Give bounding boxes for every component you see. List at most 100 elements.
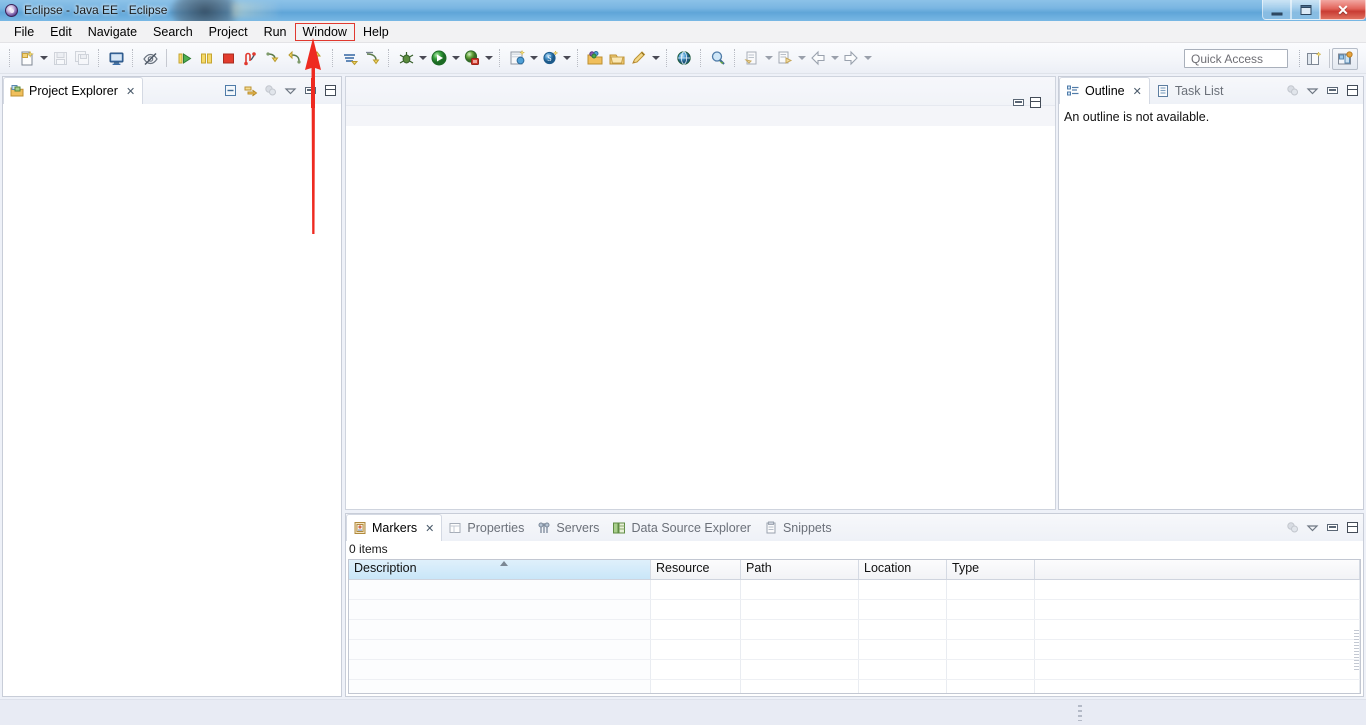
table-row[interactable] bbox=[349, 660, 1360, 680]
debug-dropdown-icon[interactable] bbox=[417, 47, 428, 69]
step-return-icon[interactable] bbox=[305, 47, 327, 69]
run-dropdown-icon[interactable] bbox=[450, 47, 461, 69]
print-icon[interactable] bbox=[105, 47, 127, 69]
menu-help[interactable]: Help bbox=[355, 23, 397, 41]
search-icon[interactable] bbox=[707, 47, 729, 69]
suspend-icon[interactable] bbox=[195, 47, 217, 69]
minimize-view-icon[interactable] bbox=[301, 82, 319, 100]
annotation-dropdown-icon[interactable] bbox=[650, 47, 661, 69]
maximize-editor-icon[interactable] bbox=[1030, 97, 1041, 108]
step-into-icon[interactable] bbox=[261, 47, 283, 69]
new-wizard-icon[interactable] bbox=[16, 47, 38, 69]
open-type-icon[interactable] bbox=[584, 47, 606, 69]
next-annotation-icon[interactable] bbox=[774, 47, 796, 69]
debug-perspective-icon[interactable] bbox=[395, 47, 417, 69]
back-dropdown-icon[interactable] bbox=[829, 47, 840, 69]
step-over-icon[interactable] bbox=[283, 47, 305, 69]
open-perspective-icon[interactable] bbox=[1302, 48, 1326, 70]
column-header-description[interactable]: Description bbox=[349, 560, 651, 579]
close-icon[interactable]: ✕ bbox=[1133, 85, 1142, 98]
view-menu-icon[interactable] bbox=[281, 82, 299, 100]
disconnect-icon[interactable] bbox=[239, 47, 261, 69]
resize-grip-icon[interactable] bbox=[1078, 705, 1082, 721]
save-icon[interactable] bbox=[49, 47, 71, 69]
tab-snippets[interactable]: Snippets bbox=[758, 514, 839, 541]
menu-file[interactable]: File bbox=[6, 23, 42, 41]
tab-properties[interactable]: Properties bbox=[442, 514, 531, 541]
tab-task-list[interactable]: Task List bbox=[1150, 77, 1231, 104]
menu-project[interactable]: Project bbox=[201, 23, 256, 41]
run-icon[interactable] bbox=[428, 47, 450, 69]
maximize-view-icon[interactable] bbox=[1343, 519, 1361, 537]
last-edit-location-icon[interactable] bbox=[741, 47, 763, 69]
view-menu-icon[interactable] bbox=[1303, 519, 1321, 537]
tab-project-explorer[interactable]: Project Explorer ✕ bbox=[3, 77, 144, 105]
focus-on-active-task-icon[interactable] bbox=[261, 82, 279, 100]
table-row[interactable] bbox=[349, 600, 1360, 620]
new-annotation-icon[interactable] bbox=[628, 47, 650, 69]
toggle-mark-occurrences-icon[interactable] bbox=[139, 47, 161, 69]
tab-markers[interactable]: Markers ✕ bbox=[346, 514, 443, 542]
debug-run-icon[interactable] bbox=[461, 47, 483, 69]
save-all-icon[interactable] bbox=[71, 47, 93, 69]
focus-on-active-task-icon[interactable] bbox=[1283, 519, 1301, 537]
menu-navigate[interactable]: Navigate bbox=[80, 23, 145, 41]
drop-to-frame-icon[interactable] bbox=[361, 47, 383, 69]
new-server-icon[interactable]: S bbox=[539, 47, 561, 69]
use-step-filters-icon[interactable] bbox=[339, 47, 361, 69]
menu-edit[interactable]: Edit bbox=[42, 23, 80, 41]
tab-label: Servers bbox=[556, 520, 600, 535]
servers-icon bbox=[537, 521, 551, 535]
editor-empty-area[interactable] bbox=[346, 126, 1055, 509]
resume-icon[interactable] bbox=[173, 47, 195, 69]
column-header-location[interactable]: Location bbox=[859, 560, 947, 579]
open-task-icon[interactable] bbox=[606, 47, 628, 69]
table-row[interactable] bbox=[349, 680, 1360, 693]
tab-data-source-explorer[interactable]: Data Source Explorer bbox=[606, 514, 758, 541]
focus-on-active-task-icon[interactable] bbox=[1283, 82, 1301, 100]
debug-run-dropdown-icon[interactable] bbox=[483, 47, 494, 69]
new-wizard-dropdown-icon[interactable] bbox=[38, 47, 49, 69]
collapse-all-icon[interactable] bbox=[221, 82, 239, 100]
vertical-scrollbar[interactable] bbox=[1354, 630, 1359, 670]
back-icon[interactable] bbox=[807, 47, 829, 69]
forward-dropdown-icon[interactable] bbox=[862, 47, 873, 69]
last-edit-dropdown-icon[interactable] bbox=[763, 47, 774, 69]
view-menu-icon[interactable] bbox=[1303, 82, 1321, 100]
quick-access-input[interactable]: Quick Access bbox=[1184, 49, 1288, 68]
minimize-button[interactable] bbox=[1262, 0, 1291, 20]
markers-table[interactable]: Description Resource Path Location Type bbox=[348, 559, 1361, 694]
java-ee-perspective-icon[interactable] bbox=[1332, 48, 1358, 70]
open-web-browser-icon[interactable] bbox=[673, 47, 695, 69]
table-row[interactable] bbox=[349, 620, 1360, 640]
column-header-type[interactable]: Type bbox=[947, 560, 1035, 579]
minimize-view-icon[interactable] bbox=[1323, 519, 1341, 537]
menu-search[interactable]: Search bbox=[145, 23, 201, 41]
tab-servers[interactable]: Servers bbox=[531, 514, 606, 541]
table-row[interactable] bbox=[349, 580, 1360, 600]
new-java-ee-project-icon[interactable] bbox=[506, 47, 528, 69]
maximize-button[interactable] bbox=[1291, 0, 1320, 20]
menu-run[interactable]: Run bbox=[256, 23, 295, 41]
column-header-resource[interactable]: Resource bbox=[651, 560, 741, 579]
maximize-view-icon[interactable] bbox=[1343, 82, 1361, 100]
new-server-dropdown-icon[interactable] bbox=[561, 47, 572, 69]
close-button[interactable]: ✕ bbox=[1320, 0, 1366, 20]
column-header-path[interactable]: Path bbox=[741, 560, 859, 579]
minimize-editor-icon[interactable] bbox=[1013, 99, 1024, 106]
table-row[interactable] bbox=[349, 640, 1360, 660]
maximize-view-icon[interactable] bbox=[321, 82, 339, 100]
minimize-view-icon[interactable] bbox=[1323, 82, 1341, 100]
close-icon[interactable]: ✕ bbox=[126, 85, 135, 98]
link-with-editor-icon[interactable] bbox=[241, 82, 259, 100]
tab-label: Markers bbox=[372, 521, 418, 535]
menu-window[interactable]: Window bbox=[294, 22, 355, 41]
new-project-dropdown-icon[interactable] bbox=[528, 47, 539, 69]
tab-outline[interactable]: Outline ✕ bbox=[1059, 77, 1150, 105]
close-icon[interactable]: ✕ bbox=[425, 522, 434, 535]
project-explorer-content[interactable] bbox=[3, 104, 341, 696]
next-annotation-dropdown-icon[interactable] bbox=[796, 47, 807, 69]
forward-icon[interactable] bbox=[840, 47, 862, 69]
markers-table-header: Description Resource Path Location Type bbox=[349, 560, 1360, 580]
terminate-icon[interactable] bbox=[217, 47, 239, 69]
